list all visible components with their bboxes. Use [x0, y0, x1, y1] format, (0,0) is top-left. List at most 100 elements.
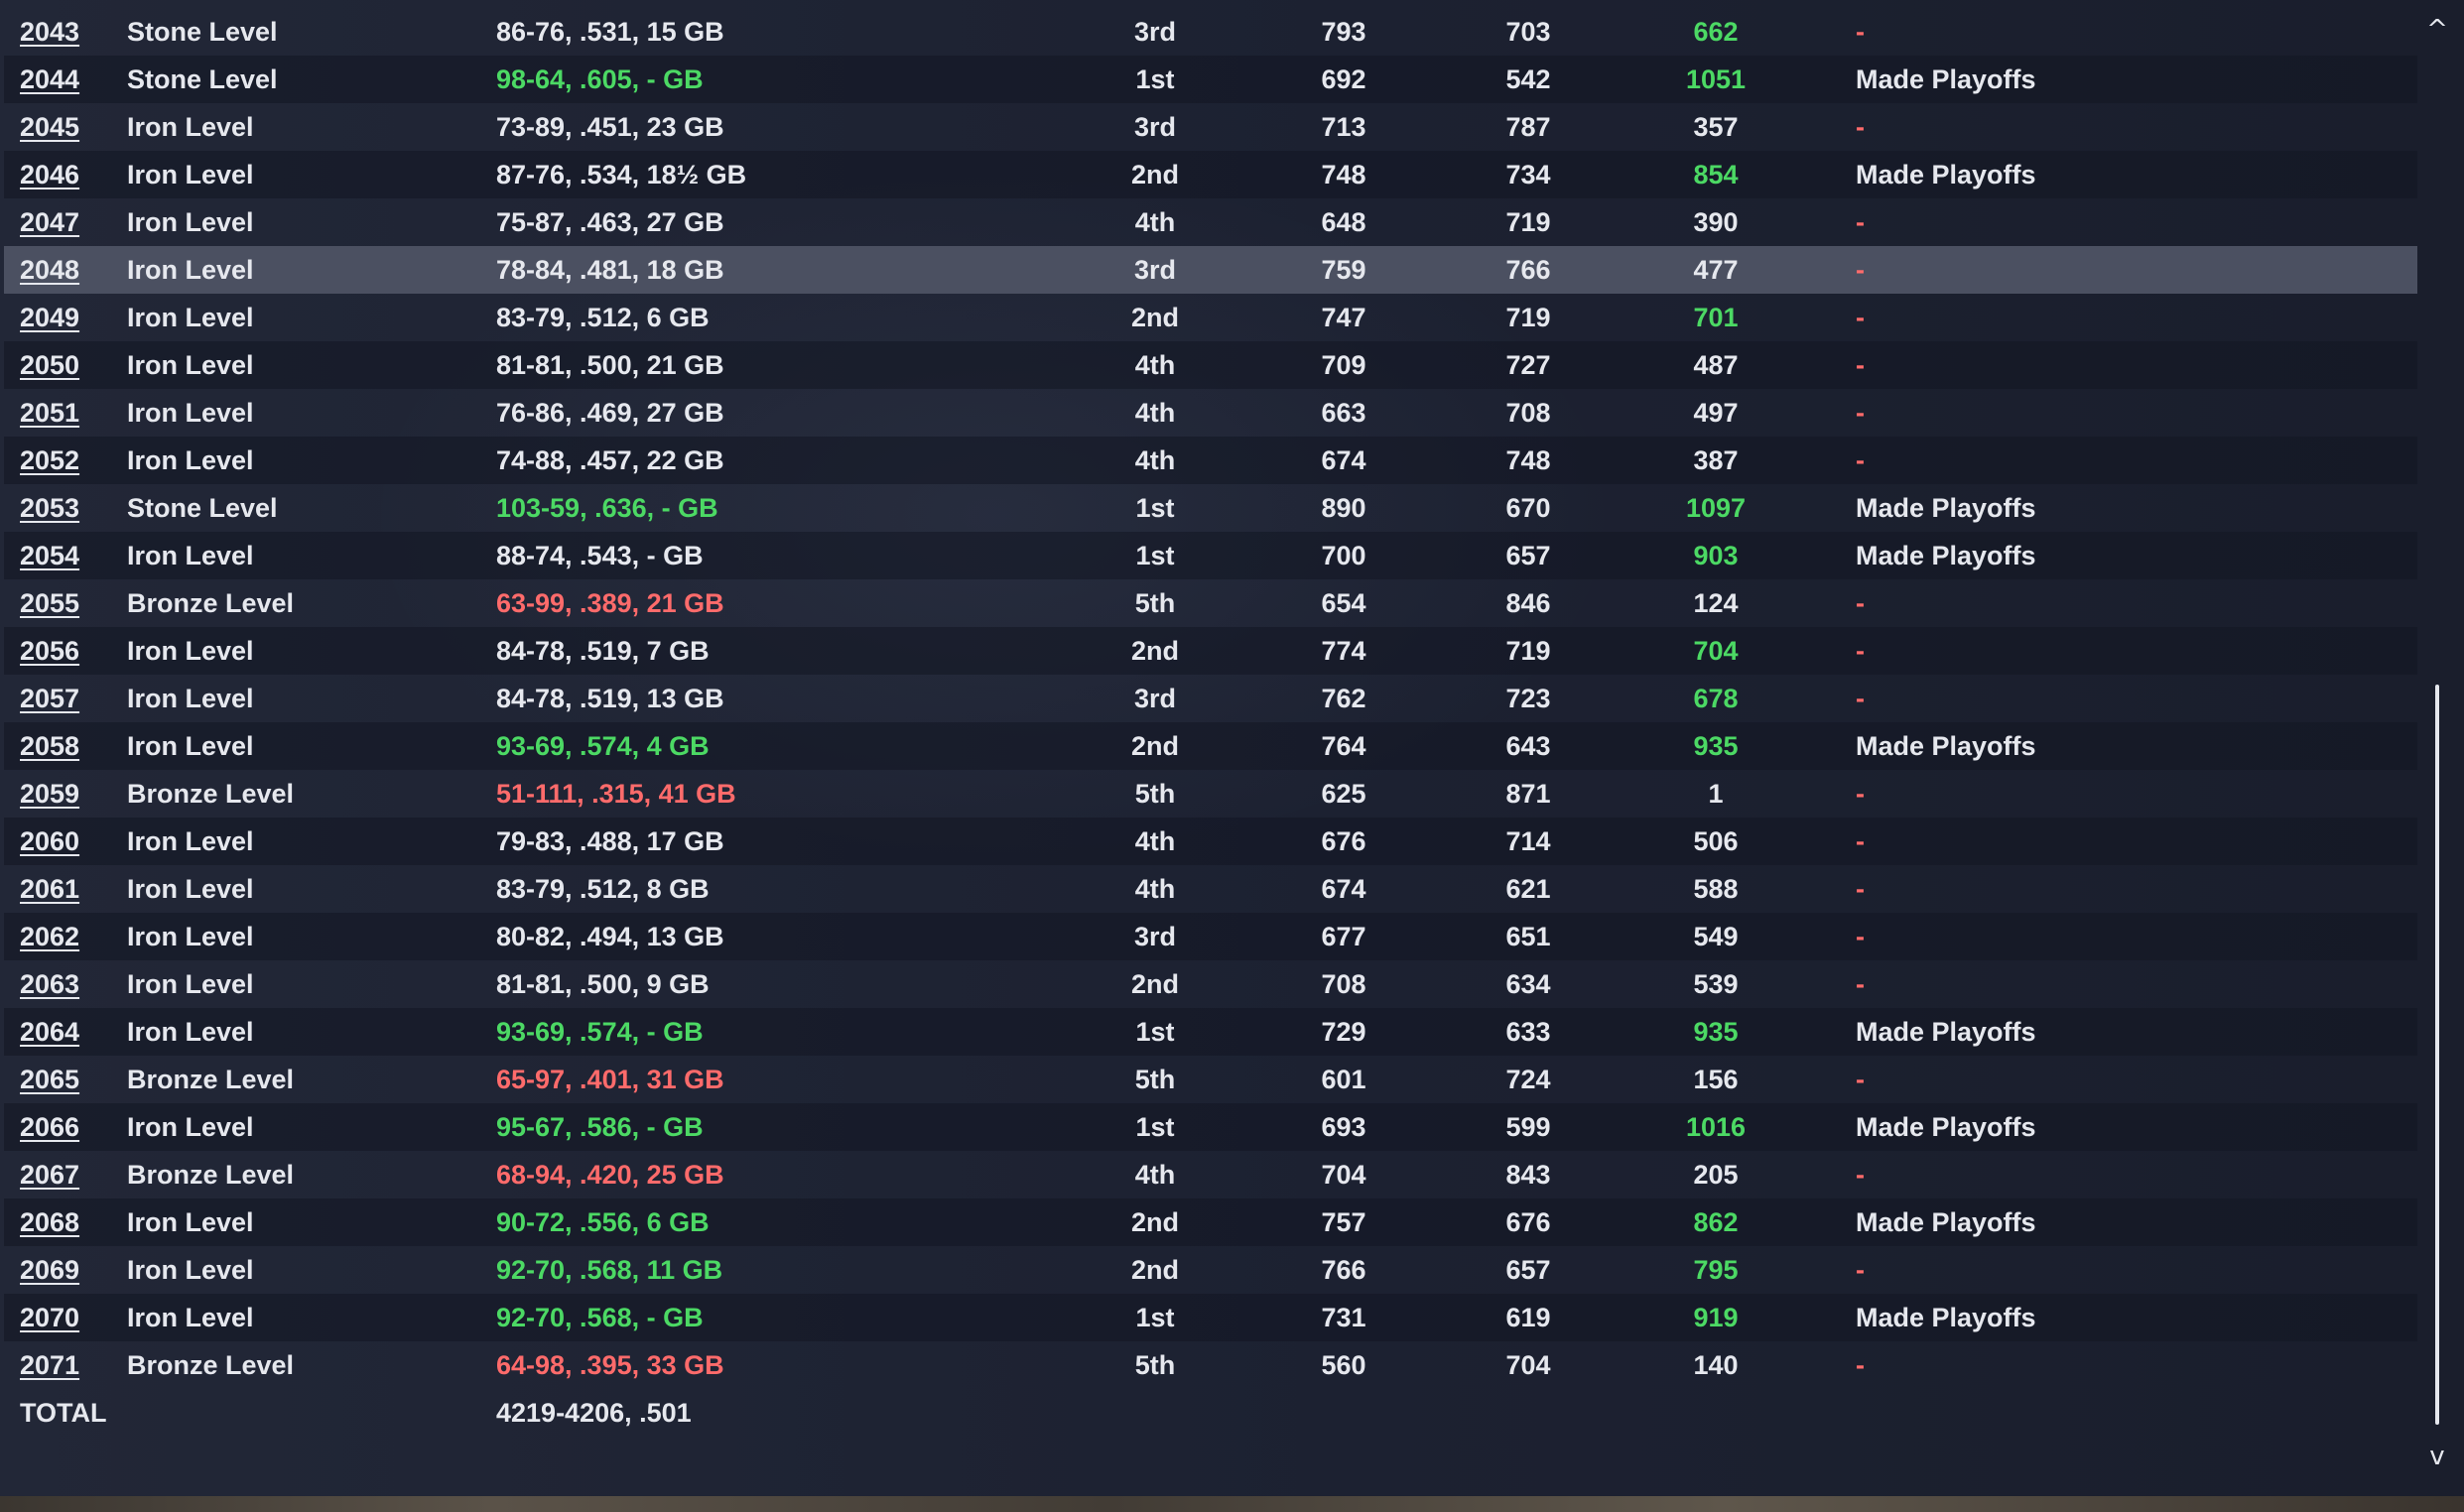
- season-year-link[interactable]: 2059: [20, 770, 79, 818]
- table-row[interactable]: 2048 Iron Level 78-84, .481, 18 GB 3rd 759 76…: [4, 246, 2417, 294]
- table-row[interactable]: 2051 Iron Level 76-86, .469, 27 GB 4th 663 70…: [4, 389, 2417, 437]
- table-row[interactable]: 2054 Iron Level 88-74, .543, - GB 1st 700 657…: [4, 532, 2417, 579]
- table-row[interactable]: 2043 Stone Level 86-76, .531, 15 GB 3rd 793 7…: [4, 8, 2417, 56]
- postseason-note-cell: -: [1856, 1350, 1865, 1380]
- table-row[interactable]: 2058 Iron Level 93-69, .574, 4 GB 2nd 764 643…: [4, 722, 2417, 770]
- season-year-link[interactable]: 2053: [20, 484, 79, 532]
- rating-cell: 506: [1693, 826, 1739, 856]
- scrollbar-thumb[interactable]: [2435, 685, 2439, 1425]
- postseason-note-cell: -: [1856, 350, 1865, 380]
- table-row[interactable]: 2044 Stone Level 98-64, .605, - GB 1st 692 54…: [4, 56, 2417, 103]
- table-row[interactable]: 2070 Iron Level 92-70, .568, - GB 1st 731 619…: [4, 1294, 2417, 1341]
- postseason-note-cell: -: [1856, 636, 1865, 666]
- runs-allowed-cell: 714: [1505, 826, 1551, 856]
- season-year-link[interactable]: 2051: [20, 389, 79, 437]
- season-year-link[interactable]: 2060: [20, 818, 79, 865]
- season-year-link[interactable]: 2065: [20, 1056, 79, 1103]
- season-year-link[interactable]: 2066: [20, 1103, 79, 1151]
- chevron-up-icon[interactable]: ^: [2421, 14, 2453, 46]
- season-year-link[interactable]: 2069: [20, 1246, 79, 1294]
- finish-cell: 2nd: [1130, 303, 1179, 332]
- record-cell: 81-81, .500, 9 GB: [496, 969, 710, 999]
- table-row[interactable]: 2047 Iron Level 75-87, .463, 27 GB 4th 648 71…: [4, 198, 2417, 246]
- postseason-note-cell: -: [1856, 398, 1865, 428]
- runs-allowed-cell: 657: [1505, 541, 1551, 570]
- season-year-link[interactable]: 2068: [20, 1198, 79, 1246]
- table-row[interactable]: 2062 Iron Level 80-82, .494, 13 GB 3rd 677 65…: [4, 913, 2417, 960]
- table-row[interactable]: 2052 Iron Level 74-88, .457, 22 GB 4th 674 74…: [4, 437, 2417, 484]
- vertical-scrollbar[interactable]: ^ v: [2417, 8, 2457, 1488]
- record-cell: 103-59, .636, - GB: [496, 493, 718, 523]
- season-year-link[interactable]: 2047: [20, 198, 79, 246]
- table-row[interactable]: 2067 Bronze Level 68-94, .420, 25 GB 4th 704…: [4, 1151, 2417, 1198]
- rating-cell: 862: [1693, 1207, 1739, 1237]
- table-row[interactable]: 2069 Iron Level 92-70, .568, 11 GB 2nd 766 65…: [4, 1246, 2417, 1294]
- season-year-link[interactable]: 2048: [20, 246, 79, 294]
- postseason-note-cell: -: [1856, 255, 1865, 285]
- season-year-link[interactable]: 2044: [20, 56, 79, 103]
- scrollbar-track[interactable]: [2435, 56, 2439, 1435]
- runs-scored-cell: 731: [1321, 1303, 1366, 1332]
- level-cell: Bronze Level: [127, 1160, 295, 1190]
- rating-cell: 205: [1693, 1160, 1739, 1190]
- level-cell: Iron Level: [127, 1112, 254, 1142]
- table-row[interactable]: 2049 Iron Level 83-79, .512, 6 GB 2nd 747 719…: [4, 294, 2417, 341]
- level-cell: Iron Level: [127, 826, 254, 856]
- finish-cell: 3rd: [1133, 684, 1177, 713]
- record-cell: 80-82, .494, 13 GB: [496, 922, 724, 951]
- season-year-link[interactable]: 2070: [20, 1294, 79, 1341]
- season-year-link[interactable]: 2046: [20, 151, 79, 198]
- season-year-link[interactable]: 2045: [20, 103, 79, 151]
- table-row[interactable]: 2055 Bronze Level 63-99, .389, 21 GB 5th 654…: [4, 579, 2417, 627]
- season-year-link[interactable]: 2055: [20, 579, 79, 627]
- table-row[interactable]: 2057 Iron Level 84-78, .519, 13 GB 3rd 762 72…: [4, 675, 2417, 722]
- table-row[interactable]: 2045 Iron Level 73-89, .451, 23 GB 3rd 713 78…: [4, 103, 2417, 151]
- rating-cell: 662: [1693, 17, 1739, 47]
- table-row[interactable]: 2053 Stone Level 103-59, .636, - GB 1st 890 6…: [4, 484, 2417, 532]
- rating-cell: 487: [1693, 350, 1739, 380]
- season-year-link[interactable]: 2052: [20, 437, 79, 484]
- table-row[interactable]: 2066 Iron Level 95-67, .586, - GB 1st 693 599…: [4, 1103, 2417, 1151]
- finish-cell: 2nd: [1130, 1207, 1179, 1237]
- season-year-link[interactable]: 2063: [20, 960, 79, 1008]
- table-row[interactable]: 2071 Bronze Level 64-98, .395, 33 GB 5th 560…: [4, 1341, 2417, 1389]
- runs-allowed-cell: 843: [1505, 1160, 1551, 1190]
- postseason-note-cell: -: [1856, 303, 1865, 332]
- record-cell: 75-87, .463, 27 GB: [496, 207, 724, 237]
- postseason-note-cell: -: [1856, 1160, 1865, 1190]
- table-row[interactable]: 2064 Iron Level 93-69, .574, - GB 1st 729 633…: [4, 1008, 2417, 1056]
- season-year-link[interactable]: 2057: [20, 675, 79, 722]
- season-year-link[interactable]: 2062: [20, 913, 79, 960]
- table-row[interactable]: 2056 Iron Level 84-78, .519, 7 GB 2nd 774 719…: [4, 627, 2417, 675]
- season-year-link[interactable]: 2064: [20, 1008, 79, 1056]
- postseason-note-cell: Made Playoffs: [1856, 1017, 2036, 1047]
- runs-allowed-cell: 599: [1505, 1112, 1551, 1142]
- season-year-link[interactable]: 2058: [20, 722, 79, 770]
- table-row[interactable]: 2068 Iron Level 90-72, .556, 6 GB 2nd 757 676…: [4, 1198, 2417, 1246]
- season-year-link[interactable]: 2049: [20, 294, 79, 341]
- finish-cell: 4th: [1134, 398, 1176, 428]
- season-year-link[interactable]: 2054: [20, 532, 79, 579]
- rating-cell: 124: [1693, 588, 1739, 618]
- table-row[interactable]: 2050 Iron Level 81-81, .500, 21 GB 4th 709 72…: [4, 341, 2417, 389]
- table-row[interactable]: 2061 Iron Level 83-79, .512, 8 GB 4th 674 621…: [4, 865, 2417, 913]
- table-row[interactable]: 2059 Bronze Level 51-111, .315, 41 GB 5th 62…: [4, 770, 2417, 818]
- table-row[interactable]: 2063 Iron Level 81-81, .500, 9 GB 2nd 708 634…: [4, 960, 2417, 1008]
- table-row[interactable]: 2046 Iron Level 87-76, .534, 18½ GB 2nd 748 7…: [4, 151, 2417, 198]
- season-year-link[interactable]: 2050: [20, 341, 79, 389]
- rating-cell: 678: [1693, 684, 1739, 713]
- season-year-link[interactable]: 2067: [20, 1151, 79, 1198]
- season-year-link[interactable]: 2043: [20, 8, 79, 56]
- runs-scored-cell: 677: [1321, 922, 1366, 951]
- season-year-link[interactable]: 2061: [20, 865, 79, 913]
- season-year-link[interactable]: 2056: [20, 627, 79, 675]
- rating-cell: 854: [1693, 160, 1739, 189]
- finish-cell: 1st: [1135, 1017, 1175, 1047]
- runs-scored-cell: 759: [1321, 255, 1366, 285]
- runs-allowed-cell: 619: [1505, 1303, 1551, 1332]
- runs-allowed-cell: 727: [1505, 350, 1551, 380]
- season-year-link[interactable]: 2071: [20, 1341, 79, 1389]
- table-row[interactable]: 2060 Iron Level 79-83, .488, 17 GB 4th 676 71…: [4, 818, 2417, 865]
- chevron-down-icon[interactable]: v: [2421, 1441, 2453, 1472]
- table-row[interactable]: 2065 Bronze Level 65-97, .401, 31 GB 5th 601…: [4, 1056, 2417, 1103]
